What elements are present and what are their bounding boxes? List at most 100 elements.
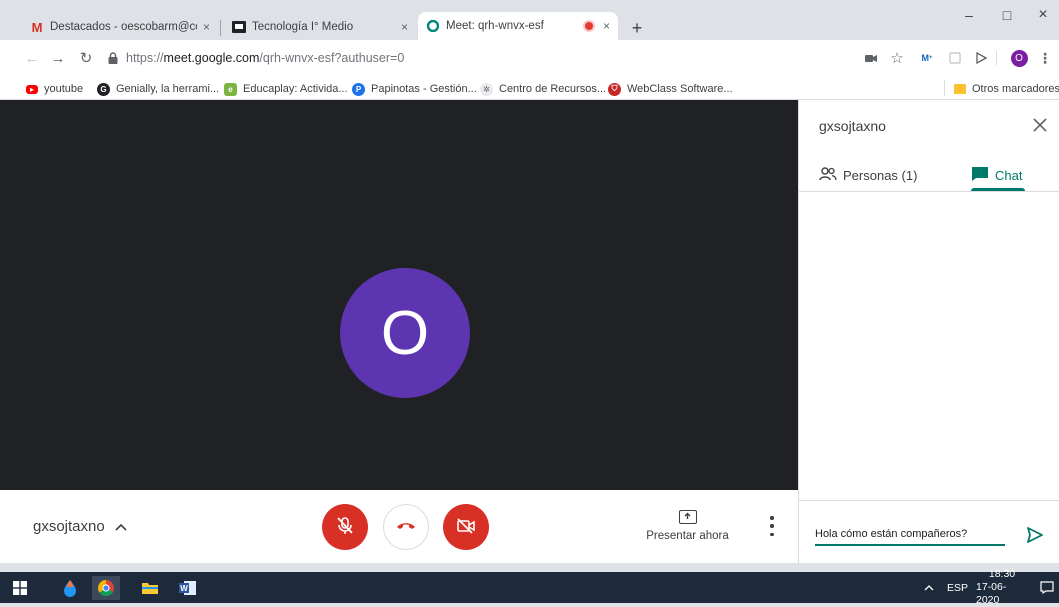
meeting-controls-bar: gxsojtaxno Presentar ahora <box>0 490 798 563</box>
extension-box-icon[interactable] <box>946 49 964 67</box>
close-icon[interactable]: × <box>401 20 408 34</box>
papinotas-icon: P <box>352 82 365 96</box>
extension-icon[interactable]: M + <box>918 49 936 67</box>
new-tab-button[interactable]: + <box>626 17 648 39</box>
close-icon[interactable]: × <box>203 20 210 34</box>
mic-toggle-button[interactable] <box>322 504 368 550</box>
side-panel: gxsojtaxno Personas (1) Chat <box>798 100 1059 563</box>
clock-time: 18:30 <box>988 568 1016 580</box>
maximize-button[interactable]: □ <box>988 0 1026 30</box>
gmail-icon: M <box>31 19 43 35</box>
other-bookmarks-label: Otros marcadores <box>972 83 1059 95</box>
educaplay-icon: e <box>224 82 237 96</box>
chat-icon <box>971 166 989 185</box>
send-icon[interactable] <box>1025 525 1045 545</box>
tab-divider <box>220 20 221 36</box>
webclass-icon: ⛉ <box>608 82 621 96</box>
notifications-icon[interactable] <box>1040 572 1054 603</box>
chat-compose-area <box>799 500 1059 563</box>
taskbar: W ESP 18:30 17-06-2020 <box>0 568 1059 606</box>
hang-up-icon <box>396 520 416 534</box>
forward-button[interactable]: → <box>48 48 68 68</box>
tab-gmail[interactable]: M Destacados - oescobarm@coleg × <box>22 14 218 40</box>
bookmark-papinotas[interactable]: P Papinotas - Gestión... <box>352 81 477 97</box>
panel-divider <box>799 191 1059 192</box>
meeting-details-toggle[interactable]: gxsojtaxno <box>33 518 127 535</box>
more-options-icon[interactable] <box>768 516 776 536</box>
panel-title: gxsojtaxno <box>819 118 886 134</box>
bookmark-genially[interactable]: G Genially, la herrami... <box>97 81 219 97</box>
tab-classroom[interactable]: Tecnología I° Medio × <box>224 14 416 40</box>
bookmark-label: WebClass Software... <box>627 83 733 95</box>
bookmark-youtube[interactable]: ▸ youtube <box>26 81 83 97</box>
other-bookmarks-folder[interactable]: Otros marcadores <box>954 81 1059 97</box>
mic-off-icon <box>336 516 354 539</box>
chrome-app-icon[interactable] <box>92 576 120 600</box>
star-icon[interactable]: ☆ <box>888 49 906 67</box>
present-screen-icon <box>678 510 697 524</box>
bookmark-label: Centro de Recursos... <box>499 83 606 95</box>
tray-expand-icon[interactable] <box>924 572 934 603</box>
youtube-icon: ▸ <box>26 84 38 94</box>
file-explorer-icon[interactable] <box>136 576 164 600</box>
tab-chat[interactable]: Chat <box>971 160 1022 190</box>
close-icon[interactable] <box>1033 116 1047 137</box>
chevron-up-icon <box>115 519 127 534</box>
url-host: meet.google.com <box>163 51 260 65</box>
bookmark-label: youtube <box>44 83 84 95</box>
close-icon[interactable]: × <box>603 19 610 33</box>
bookmark-label: Papinotas - Gestión... <box>371 83 477 95</box>
address-bar[interactable]: https://meet.google.com/qrh-wnvx-esf?aut… <box>108 46 853 70</box>
camera-off-icon <box>456 517 476 538</box>
classroom-icon <box>232 20 246 34</box>
video-stage: O <box>0 100 798 490</box>
send-extension-icon[interactable] <box>972 49 990 67</box>
url-path: /qrh-wnvx-esf?authuser=0 <box>259 51 405 65</box>
browser-menu-icon[interactable]: ⋮ <box>1036 49 1054 67</box>
people-tab-label: Personas (1) <box>843 167 918 183</box>
toolbar-divider <box>996 51 997 65</box>
url-scheme: https:// <box>126 51 164 65</box>
genially-icon: G <box>97 82 110 96</box>
clock-date: 17-06-2020 <box>976 581 1007 606</box>
camera-toggle-button[interactable] <box>443 504 489 550</box>
folder-icon <box>954 84 966 94</box>
recording-icon <box>584 22 593 30</box>
tab-meet[interactable]: Meet: qrh-wnvx-esf × <box>418 12 618 40</box>
chat-message-input[interactable] <box>815 524 1005 546</box>
input-language[interactable]: ESP <box>947 572 968 603</box>
tab-title: Tecnología I° Medio <box>252 21 354 33</box>
reload-button[interactable]: ↻ <box>76 48 96 68</box>
tab-title: Destacados - oescobarm@coleg <box>50 21 197 33</box>
svg-text:W: W <box>180 584 188 593</box>
clock[interactable]: 18:30 17-06-2020 <box>976 568 1028 606</box>
paint-app-icon[interactable] <box>56 576 84 600</box>
bookmark-webclass[interactable]: ⛉ WebClass Software... <box>608 81 733 97</box>
recursos-icon: ✲ <box>480 82 493 96</box>
profile-avatar[interactable]: O <box>1010 49 1028 67</box>
window-bottom-edge <box>0 563 1059 572</box>
bookmark-educaplay[interactable]: e Educaplay: Activida... <box>224 81 348 97</box>
camera-icon[interactable] <box>862 49 880 67</box>
window-close-button[interactable]: × <box>1024 0 1059 30</box>
meeting-name: gxsojtaxno <box>33 518 105 535</box>
bookmarks-divider <box>944 80 945 96</box>
back-button[interactable]: ← <box>22 48 42 68</box>
tab-people[interactable]: Personas (1) <box>819 160 917 190</box>
people-icon <box>819 166 837 184</box>
tab-strip: M Destacados - oescobarm@coleg × Tecnolo… <box>0 0 1059 40</box>
leave-call-button[interactable] <box>383 504 429 550</box>
present-now-button[interactable]: Presentar ahora <box>640 504 735 542</box>
start-button[interactable] <box>6 576 34 600</box>
participant-avatar: O <box>340 268 470 398</box>
bookmark-recursos[interactable]: ✲ Centro de Recursos... <box>480 81 606 97</box>
meet-icon <box>426 19 440 33</box>
chat-tab-label: Chat <box>995 167 1023 183</box>
word-app-icon[interactable]: W <box>174 576 202 600</box>
present-now-label: Presentar ahora <box>646 530 729 542</box>
tab-title: Meet: qrh-wnvx-esf <box>446 20 544 32</box>
bookmark-label: Educaplay: Activida... <box>243 83 348 95</box>
bookmark-label: Genially, la herrami... <box>116 83 220 95</box>
lock-icon <box>108 52 118 64</box>
minimize-button[interactable]: – <box>950 0 988 30</box>
